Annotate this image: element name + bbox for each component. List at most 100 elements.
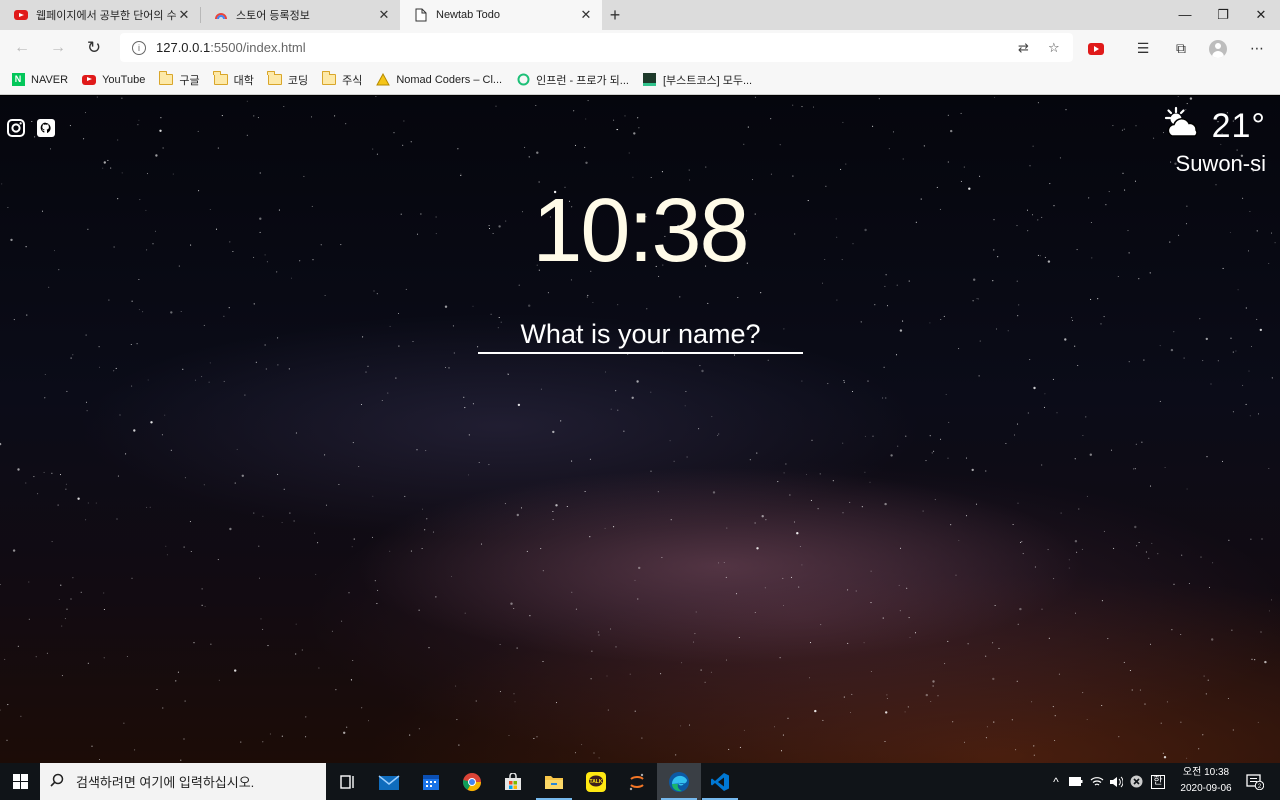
favorites-icon[interactable]: ☰ [1131, 36, 1155, 60]
star [1071, 319, 1074, 321]
bookmark-folder-google[interactable]: 구글 [158, 71, 200, 88]
star [723, 561, 725, 564]
bookmark-naver[interactable]: N NAVER [11, 73, 68, 87]
star [1208, 586, 1211, 588]
star [353, 538, 355, 540]
back-icon[interactable]: ← [4, 39, 40, 57]
forward-icon[interactable]: → [40, 39, 76, 57]
star [1180, 633, 1182, 636]
star [947, 114, 949, 116]
bookmark-boostcourse[interactable]: [부스트코스] 모두... [643, 72, 752, 88]
star [170, 311, 173, 314]
star [184, 477, 186, 479]
chrome-app-icon[interactable] [450, 763, 494, 800]
star [684, 405, 686, 407]
star [967, 643, 969, 645]
notification-center-icon[interactable]: 2 [1244, 763, 1266, 800]
star [49, 148, 52, 150]
bookmark-youtube[interactable]: YouTube [82, 73, 145, 87]
star [516, 513, 519, 517]
favorite-star-icon[interactable]: ☆ [1048, 40, 1060, 56]
minimize-icon[interactable]: — [1166, 0, 1204, 30]
taskbar-clock[interactable]: 오전 10:38 2020-09-06 [1173, 765, 1239, 797]
star [950, 129, 953, 133]
new-tab-button[interactable]: + [602, 0, 628, 30]
bookmark-folder-university[interactable]: 대학 [213, 71, 254, 88]
star [705, 166, 707, 168]
taskbar-search-box[interactable]: 검색하려면 여기에 입력하십시오. [40, 763, 326, 800]
tab-store[interactable]: 스토어 등록정보 ✕ [200, 0, 400, 30]
address-bar[interactable]: i 127.0.0.1:5500/index.html ⇄ ☆ [120, 33, 1073, 62]
tab-newtab-todo[interactable]: Newtab Todo ✕ [400, 0, 602, 30]
bookmark-folder-stocks[interactable]: 주식 [321, 71, 362, 88]
star [126, 655, 128, 658]
star [905, 435, 907, 437]
battery-icon[interactable] [1067, 763, 1085, 800]
star [432, 531, 435, 533]
star [281, 521, 283, 524]
star [267, 645, 269, 647]
calendar-app-icon[interactable] [409, 763, 453, 800]
star [488, 464, 490, 466]
store-app-icon[interactable] [491, 763, 535, 800]
mail-app-icon[interactable] [367, 763, 411, 800]
profile-avatar[interactable] [1206, 36, 1230, 60]
star [460, 173, 462, 175]
star [945, 393, 947, 396]
star [849, 501, 851, 503]
star [847, 642, 849, 644]
star [805, 473, 808, 476]
star [864, 435, 866, 437]
tab-youtube[interactable]: 웹페이지에서 공부한 단어의 수집 ✕ [0, 0, 200, 30]
star [1231, 629, 1233, 631]
close-window-icon[interactable]: ✕ [1242, 0, 1280, 30]
star [103, 657, 105, 659]
star [874, 304, 876, 306]
restore-icon[interactable]: ❐ [1204, 0, 1242, 30]
name-input[interactable] [478, 316, 803, 352]
star [131, 577, 133, 579]
star [518, 284, 520, 286]
star [914, 632, 917, 634]
star [165, 545, 167, 547]
edge-app-icon[interactable] [657, 763, 701, 800]
star [737, 296, 739, 299]
ime-indicator[interactable]: 한 [1148, 763, 1168, 800]
collections-icon[interactable]: ⧉ [1169, 36, 1193, 60]
vscode-app-icon[interactable] [698, 763, 742, 800]
star [896, 284, 898, 286]
close-tab-icon[interactable]: ✕ [176, 7, 192, 23]
show-hidden-icons-icon[interactable]: ^ [1048, 763, 1064, 800]
close-tab-icon[interactable]: ✕ [578, 7, 594, 23]
reload-icon[interactable]: ↻ [76, 38, 112, 58]
star [335, 689, 337, 691]
more-menu-icon[interactable]: ⋯ [1245, 36, 1269, 60]
bookmark-inflearn[interactable]: 인프런 - 프로가 되... [516, 72, 629, 88]
task-view-icon[interactable] [326, 763, 370, 800]
file-explorer-app-icon[interactable] [532, 763, 576, 800]
windows-start-icon[interactable] [0, 763, 40, 800]
star [1171, 629, 1173, 631]
star [1031, 701, 1033, 703]
bookmark-folder-coding[interactable]: 코딩 [267, 71, 308, 88]
youtube-extension-icon[interactable] [1084, 36, 1108, 60]
star [103, 608, 105, 611]
jupyter-app-icon[interactable] [615, 763, 659, 800]
wifi-icon[interactable] [1088, 763, 1106, 800]
star [426, 518, 428, 520]
star [688, 169, 690, 171]
translate-icon[interactable]: ⇄ [1018, 40, 1029, 56]
github-icon[interactable] [36, 118, 56, 138]
network-disconnected-icon[interactable] [1127, 763, 1145, 800]
bookmark-nomad-coders[interactable]: Nomad Coders – Cl... [376, 73, 502, 87]
star [1032, 145, 1034, 147]
site-info-icon[interactable]: i [132, 40, 146, 55]
close-tab-icon[interactable]: ✕ [376, 7, 392, 23]
instagram-icon[interactable] [6, 118, 26, 138]
star [617, 304, 619, 306]
volume-icon[interactable] [1107, 763, 1125, 800]
star [221, 115, 223, 117]
star [324, 454, 326, 456]
star [985, 737, 987, 739]
kakaotalk-app-icon[interactable]: TALK [574, 763, 618, 800]
